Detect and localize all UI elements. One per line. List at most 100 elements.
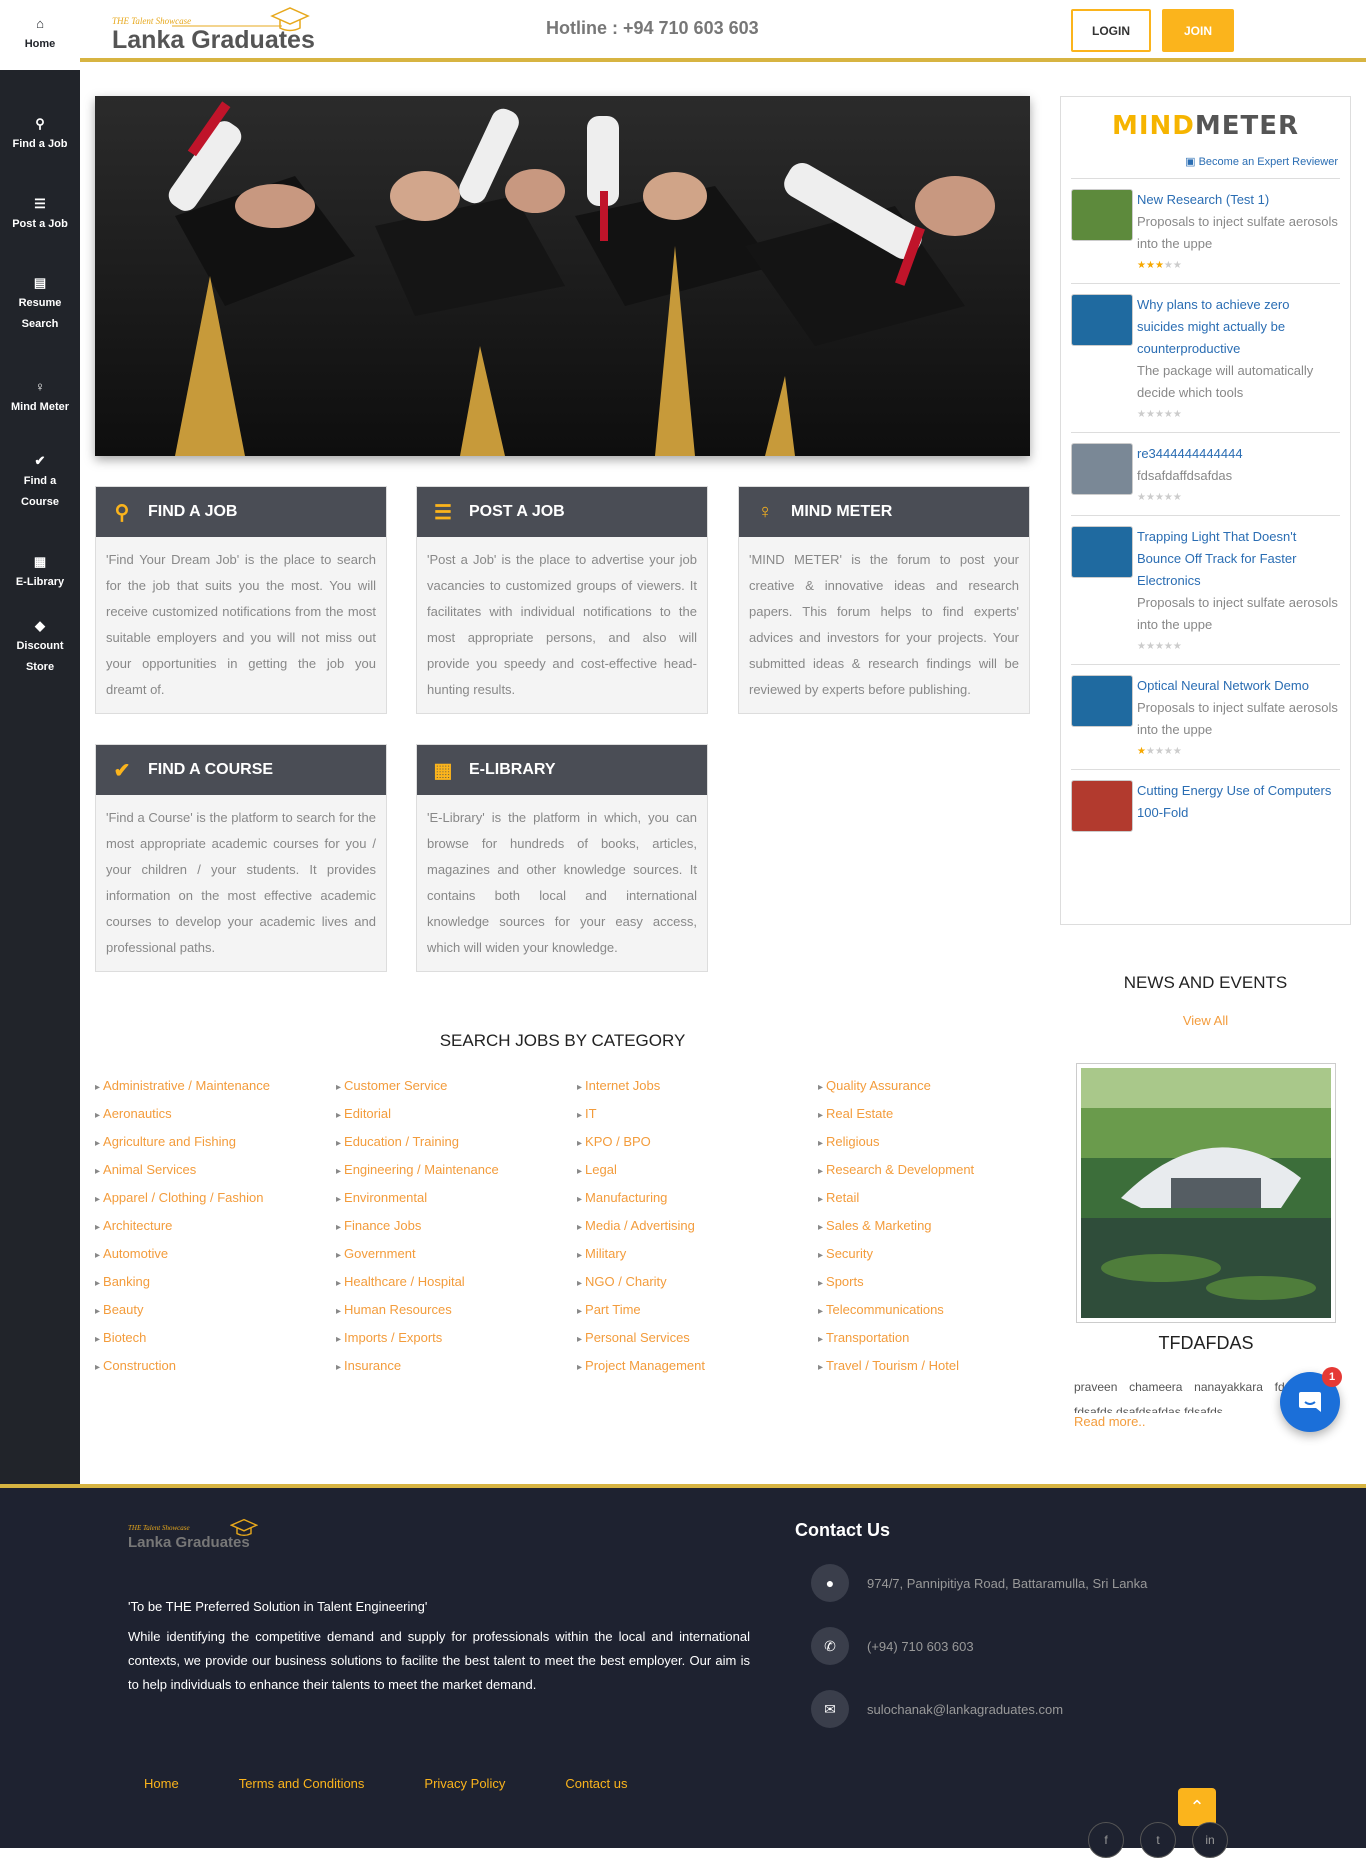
category-link[interactable]: Beauty	[95, 1297, 335, 1325]
mind-meter-thumbnail	[1071, 780, 1133, 832]
login-button[interactable]: LOGIN	[1071, 9, 1151, 52]
category-link[interactable]: Part Time	[577, 1297, 817, 1325]
category-link[interactable]: Government	[336, 1241, 576, 1269]
category-link[interactable]: Media / Advertising	[577, 1213, 817, 1241]
category-link[interactable]: Real Estate	[818, 1101, 1058, 1129]
category-link[interactable]: Agriculture and Fishing	[95, 1129, 335, 1157]
categories-heading: SEARCH JOBS BY CATEGORY	[439, 1031, 686, 1050]
sidebar-item-post-a-job[interactable]: ☰ Post a Job	[0, 180, 80, 250]
mind-meter-item[interactable]: Why plans to achieve zero suicides might…	[1071, 283, 1340, 432]
sidebar-item-mind-meter[interactable]: ♀ Mind Meter	[0, 358, 80, 438]
twitter-link[interactable]: t	[1140, 1822, 1176, 1858]
category-link[interactable]: Environmental	[336, 1185, 576, 1213]
category-link[interactable]: IT	[577, 1101, 817, 1129]
category-link[interactable]: Telecommunications	[818, 1297, 1058, 1325]
category-link[interactable]: Imports / Exports	[336, 1325, 576, 1353]
star-icon: ★	[1172, 641, 1182, 652]
category-link[interactable]: Engineering / Maintenance	[336, 1157, 576, 1185]
sidebar-item-resume-search[interactable]: ▤ Resume Search	[0, 260, 80, 350]
category-link[interactable]: Aeronautics	[95, 1101, 335, 1129]
category-link[interactable]: Education / Training	[336, 1129, 576, 1157]
sidebar-item-discount-store[interactable]: ◆ Discount Store	[0, 598, 80, 698]
mind-meter-item-title[interactable]: Why plans to achieve zero suicides might…	[1137, 294, 1340, 360]
category-link[interactable]: Legal	[577, 1157, 817, 1185]
map-marker-icon: ●	[811, 1564, 849, 1602]
category-link[interactable]: Editorial	[336, 1101, 576, 1129]
category-link[interactable]: NGO / Charity	[577, 1269, 817, 1297]
category-link[interactable]: Religious	[818, 1129, 1058, 1157]
mind-meter-item-title[interactable]: Trapping Light That Doesn't Bounce Off T…	[1137, 526, 1340, 592]
category-link[interactable]: Travel / Tourism / Hotel	[818, 1353, 1058, 1381]
mind-meter-item-title[interactable]: Cutting Energy Use of Computers 100-Fold	[1137, 780, 1340, 824]
category-link[interactable]: Human Resources	[336, 1297, 576, 1325]
hotline: Hotline : +94 710 603 603	[546, 18, 759, 38]
facebook-link[interactable]: f	[1088, 1822, 1124, 1858]
sidebar-item-home[interactable]: ⌂ Home	[0, 0, 80, 70]
id-card-icon: ▤	[33, 275, 47, 290]
mind-meter-item[interactable]: Cutting Energy Use of Computers 100-Fold	[1071, 769, 1340, 838]
card-post-a-job[interactable]: ☰ POST A JOB 'Post a Job' is the place to…	[416, 486, 708, 714]
site-logo[interactable]: THE Talent Showcase Lanka Graduates	[112, 6, 315, 56]
footer-quote: 'To be THE Preferred Solution in Talent …	[128, 1599, 428, 1614]
category-link[interactable]: Apparel / Clothing / Fashion	[95, 1185, 335, 1213]
mind-meter-item[interactable]: Optical Neural Network Demo Proposals to …	[1071, 664, 1340, 769]
category-link[interactable]: Retail	[818, 1185, 1058, 1213]
category-link[interactable]: Sports	[818, 1269, 1058, 1297]
category-link[interactable]: KPO / BPO	[577, 1129, 817, 1157]
category-link[interactable]: Transportation	[818, 1325, 1058, 1353]
category-link[interactable]: Research & Development	[818, 1157, 1058, 1185]
scroll-to-top-button[interactable]: ⌃	[1178, 1788, 1216, 1826]
linkedin-link[interactable]: in	[1192, 1822, 1228, 1858]
sidebar-item-find-a-job[interactable]: ⚲ Find a Job	[0, 100, 80, 170]
category-link[interactable]: Security	[818, 1241, 1058, 1269]
contact-email[interactable]: ✉ sulochanak@lankagraduates.com	[811, 1690, 1063, 1728]
mind-meter-item-title[interactable]: New Research (Test 1)	[1137, 189, 1340, 211]
read-more-link[interactable]: Read more..	[1074, 1414, 1146, 1429]
category-link[interactable]: Healthcare / Hospital	[336, 1269, 576, 1297]
card-e-library[interactable]: ▦ E-LIBRARY 'E-Library' is the platform i…	[416, 744, 708, 972]
category-link[interactable]: Customer Service	[336, 1073, 576, 1101]
star-icon: ★	[1145, 746, 1155, 757]
card-find-a-job[interactable]: ⚲ FIND A JOB 'Find Your Dream Job' is the…	[95, 486, 387, 714]
category-link[interactable]: Finance Jobs	[336, 1213, 576, 1241]
category-link[interactable]: Animal Services	[95, 1157, 335, 1185]
footer: THE Talent Showcase Lanka Graduates 'To …	[0, 1484, 1366, 1848]
sidebar-item-label: Resume Search	[18, 297, 62, 330]
mind-meter-item[interactable]: New Research (Test 1) Proposals to inject…	[1071, 178, 1340, 283]
category-link[interactable]: Construction	[95, 1353, 335, 1381]
mind-meter-item[interactable]: Trapping Light That Doesn't Bounce Off T…	[1071, 515, 1340, 664]
category-link[interactable]: Banking	[95, 1269, 335, 1297]
category-link[interactable]: Internet Jobs	[577, 1073, 817, 1101]
mind-meter-item-title[interactable]: Optical Neural Network Demo	[1137, 675, 1340, 697]
card-mind-meter[interactable]: ♀ MIND METER 'MIND METER' is the forum to…	[738, 486, 1030, 714]
category-link[interactable]: Insurance	[336, 1353, 576, 1381]
footer-link-contact[interactable]: Contact us	[565, 1776, 627, 1791]
category-link[interactable]: Military	[577, 1241, 817, 1269]
mind-meter-item[interactable]: re3444444444444 fdsafdaffdsafdas ★★★★★	[1071, 432, 1340, 515]
category-column: Administrative / MaintenanceAeronauticsA…	[95, 1073, 335, 1381]
footer-link-privacy[interactable]: Privacy Policy	[424, 1776, 505, 1791]
category-link[interactable]: Sales & Marketing	[818, 1213, 1058, 1241]
category-link[interactable]: Administrative / Maintenance	[95, 1073, 335, 1101]
mind-meter-item-title[interactable]: re3444444444444	[1137, 443, 1243, 465]
header: THE Talent Showcase Lanka Graduates Hotl…	[80, 0, 1366, 62]
category-link[interactable]: Biotech	[95, 1325, 335, 1353]
sidebar-item-label: Home	[24, 37, 56, 50]
star-icon: ★	[1145, 260, 1155, 271]
category-link[interactable]: Manufacturing	[577, 1185, 817, 1213]
category-link[interactable]: Architecture	[95, 1213, 335, 1241]
card-find-a-course[interactable]: ✔ FIND A COURSE 'Find a Course' is the pl…	[95, 744, 387, 972]
category-link[interactable]: Automotive	[95, 1241, 335, 1269]
join-button[interactable]: JOIN	[1162, 9, 1234, 52]
sidebar-item-find-a-course[interactable]: ✔ Find a Course	[0, 438, 80, 528]
category-link[interactable]: Quality Assurance	[818, 1073, 1058, 1101]
view-all-link[interactable]: View All	[1060, 1013, 1351, 1028]
category-link[interactable]: Project Management	[577, 1353, 817, 1381]
become-expert-reviewer-link[interactable]: ▣ Become an Expert Reviewer	[1061, 155, 1338, 168]
footer-link-terms[interactable]: Terms and Conditions	[239, 1776, 365, 1791]
tags-icon: ◆	[35, 618, 45, 633]
footer-link-home[interactable]: Home	[144, 1776, 179, 1791]
category-link[interactable]: Personal Services	[577, 1325, 817, 1353]
star-rating: ★★★★★	[1137, 741, 1340, 763]
news-event-image[interactable]	[1076, 1063, 1336, 1323]
